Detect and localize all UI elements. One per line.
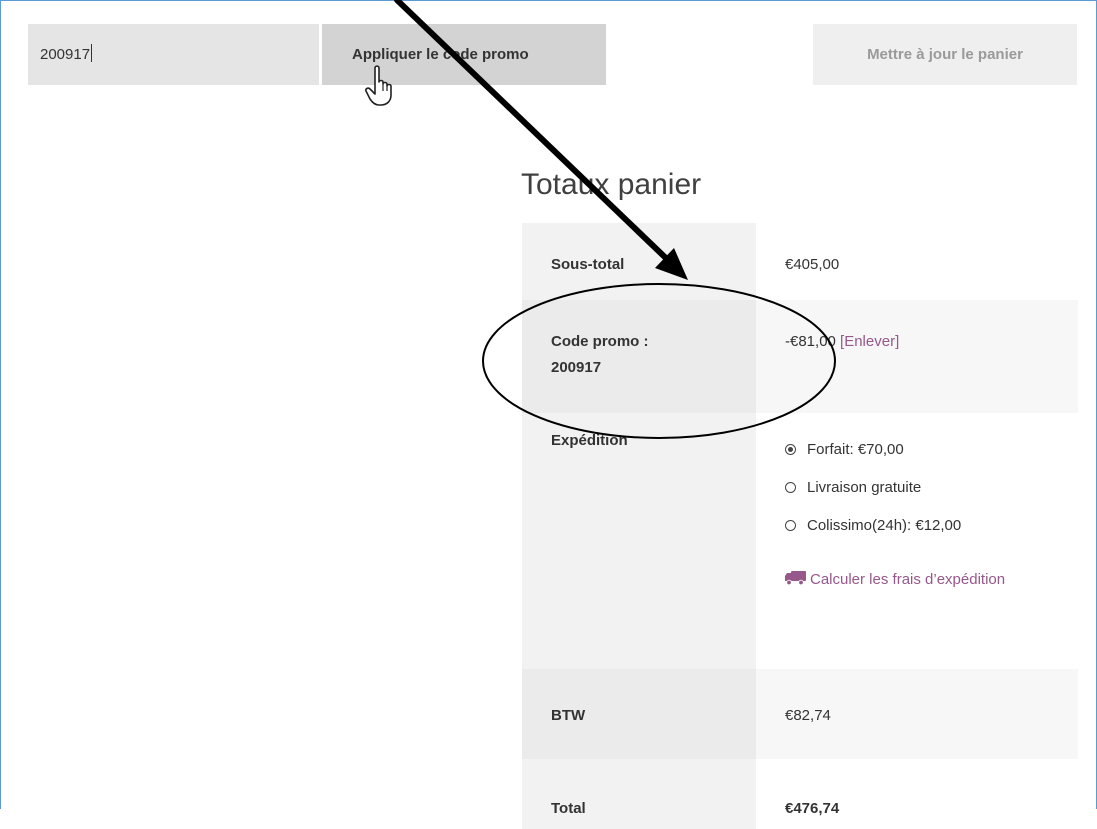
shipping-row: Expédition Forfait: €70,00 Livraison gra… <box>522 413 1078 669</box>
btw-row: BTW €82,74 <box>522 669 1078 759</box>
radio-button[interactable] <box>785 481 796 493</box>
total-label: Total <box>522 759 756 829</box>
coupon-code-input[interactable]: 200917 <box>28 24 319 85</box>
promo-label: Code promo : 200917 <box>522 300 756 413</box>
text-caret <box>91 44 93 62</box>
truck-icon <box>785 571 806 585</box>
total-row: Total €476,74 <box>522 759 1078 829</box>
btw-value: €82,74 <box>756 669 1078 759</box>
calculate-shipping-link[interactable]: Calculer les frais d’expédition <box>785 561 1015 599</box>
promo-row: Code promo : 200917 -€81,00 [Enlever] <box>522 300 1078 413</box>
update-cart-button[interactable]: Mettre à jour le panier <box>813 24 1077 85</box>
cart-totals-title: Totaux panier <box>521 168 702 201</box>
shipping-option-label: Forfait: €70,00 <box>807 440 904 458</box>
subtotal-row: Sous-total €405,00 <box>522 223 1078 300</box>
btw-label: BTW <box>522 669 756 759</box>
promo-label-text: Code promo : <box>551 333 649 350</box>
shipping-options: Forfait: €70,00 Livraison gratuite Colis… <box>756 413 1078 669</box>
promo-code: 200917 <box>551 359 602 376</box>
total-value: €476,74 <box>785 800 840 817</box>
promo-value: -€81,00 [Enlever] <box>756 300 1078 413</box>
calculate-shipping-label: Calculer les frais d’expédition <box>810 571 1006 588</box>
shipping-option-colissimo[interactable]: Colissimo(24h): €12,00 <box>785 506 1078 544</box>
promo-discount: -€81,00 <box>785 333 836 350</box>
hand-pointer-icon <box>365 65 392 106</box>
shipping-option-free[interactable]: Livraison gratuite <box>785 468 1078 506</box>
shipping-option-forfait[interactable]: Forfait: €70,00 <box>785 430 1078 468</box>
shipping-option-label: Livraison gratuite <box>807 478 922 496</box>
subtotal-label: Sous-total <box>522 223 756 300</box>
subtotal-value: €405,00 <box>785 256 840 273</box>
coupon-code-value: 200917 <box>40 46 91 63</box>
radio-button[interactable] <box>785 519 796 531</box>
shipping-option-label: Colissimo(24h): €12,00 <box>807 516 962 534</box>
radio-button-selected[interactable] <box>785 443 796 455</box>
remove-coupon-link[interactable]: [Enlever] <box>840 333 899 350</box>
shipping-label: Expédition <box>522 413 756 669</box>
cart-totals-table: Sous-total €405,00 Code promo : 200917 -… <box>522 223 1078 829</box>
